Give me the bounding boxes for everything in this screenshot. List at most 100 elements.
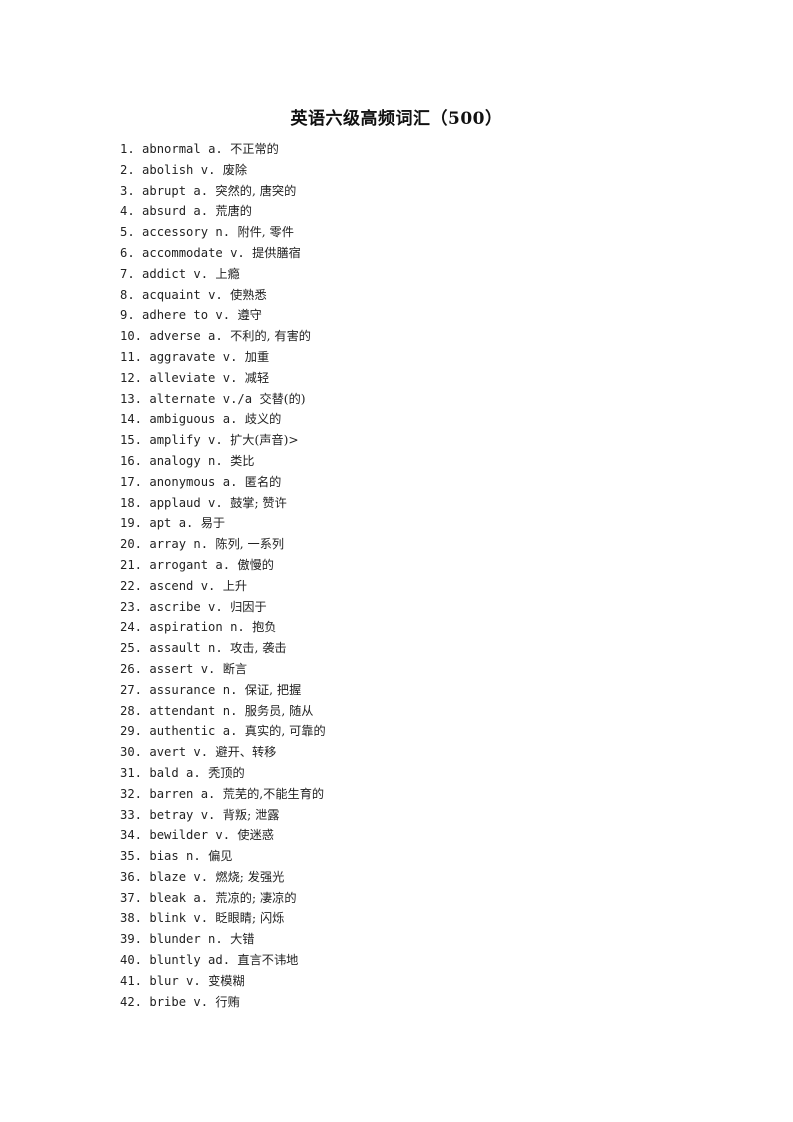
vocabulary-entry: 8. acquaint v. 使熟悉 <box>120 285 326 306</box>
entry-word: avert v. <box>149 745 209 760</box>
vocabulary-entry: 37. bleak a. 荒凉的; 凄凉的 <box>120 888 326 909</box>
entry-definition: 提供膳宿 <box>252 245 301 260</box>
entry-word: bluntly ad. <box>149 953 231 968</box>
entry-word: ambiguous a. <box>149 412 238 427</box>
vocabulary-entry: 16. analogy n. 类比 <box>120 451 326 472</box>
entry-word: bias n. <box>149 849 201 864</box>
document-title: 英语六级高频词汇（500） <box>290 109 503 129</box>
entry-definition: 归因于 <box>230 599 267 614</box>
entry-number: 40. <box>120 953 143 968</box>
vocabulary-entry: 1. abnormal a. 不正常的 <box>120 139 326 160</box>
entry-number: 11. <box>120 349 143 364</box>
vocabulary-entry: 19. apt a. 易于 <box>120 513 326 534</box>
entry-word: absurd a. <box>142 204 209 219</box>
entry-number: 31. <box>120 765 143 780</box>
entry-definition: 燃烧; 发强光 <box>215 869 285 884</box>
entry-definition: 荒凉的; 凄凉的 <box>215 890 297 905</box>
entry-number: 16. <box>120 453 143 468</box>
vocabulary-entry: 18. applaud v. 鼓掌; 赞许 <box>120 493 326 514</box>
vocabulary-entry: 21. arrogant a. 傲慢的 <box>120 555 326 576</box>
entry-definition: 真实的, 可靠的 <box>244 724 326 739</box>
entry-number: 14. <box>120 412 143 427</box>
entry-word: adhere to v. <box>142 308 231 323</box>
entry-definition: 上瘾 <box>215 266 240 281</box>
entry-word: authentic a. <box>149 724 238 739</box>
entry-word: amplify v. <box>149 433 223 448</box>
entry-word: barren a. <box>149 786 216 801</box>
entry-number: 36. <box>120 869 143 884</box>
entry-word: ascend v. <box>149 578 216 593</box>
vocabulary-entry: 12. alleviate v. 减轻 <box>120 368 326 389</box>
vocabulary-entry: 6. accommodate v. 提供膳宿 <box>120 243 326 264</box>
vocabulary-entry: 15. amplify v. 扩大(声音)> <box>120 430 326 451</box>
vocabulary-entry: 17. anonymous a. 匿名的 <box>120 472 326 493</box>
vocabulary-entry: 40. bluntly ad. 直言不讳地 <box>120 950 326 971</box>
entry-number: 20. <box>120 537 143 552</box>
entry-definition: 歧义的 <box>244 412 282 427</box>
vocabulary-entry: 9. adhere to v. 遵守 <box>120 305 326 326</box>
entry-definition: 废除 <box>222 162 248 177</box>
entry-definition: 荒芜的,不能生育的 <box>222 786 325 801</box>
entry-word: aggravate v. <box>149 349 238 364</box>
vocabulary-entry: 25. assault n. 攻击, 袭击 <box>120 638 326 659</box>
entry-word: accommodate v. <box>142 245 245 260</box>
entry-word: assault n. <box>149 641 223 656</box>
entry-word: blunder n. <box>149 932 223 947</box>
entry-number: 26. <box>120 661 143 676</box>
entry-definition: 行贿 <box>215 994 240 1009</box>
entry-number: 25. <box>120 641 143 656</box>
vocabulary-entry: 36. blaze v. 燃烧; 发强光 <box>120 867 326 888</box>
entry-definition: 秃顶的 <box>208 765 245 780</box>
document-page: 英语六级高频词汇（500） 1. abnormal a. 不正常的 2. abol… <box>0 0 793 1122</box>
entry-number: 29. <box>120 724 143 739</box>
entry-number: 33. <box>120 807 143 822</box>
entry-number: 38. <box>120 911 143 926</box>
entry-definition: 大错 <box>230 932 255 947</box>
entry-word: abolish v. <box>142 162 216 177</box>
entry-number: 27. <box>120 682 143 697</box>
entry-word: alternate v./a <box>149 391 253 406</box>
entry-number: 21. <box>120 557 143 572</box>
entry-number: 23. <box>120 599 143 614</box>
entry-word: array n. <box>149 537 209 552</box>
entry-word: alleviate v. <box>149 370 238 385</box>
entry-number: 42. <box>120 994 143 1009</box>
vocabulary-entry: 39. blunder n. 大错 <box>120 929 326 950</box>
entry-word: accessory n. <box>142 225 231 240</box>
entry-definition: 突然的, 唐突的 <box>215 183 297 198</box>
entry-word: blur v. <box>149 973 201 988</box>
entry-definition: 类比 <box>230 453 255 468</box>
entry-definition: 服务员, 随从 <box>244 703 314 718</box>
entry-word: acquaint v. <box>142 287 223 302</box>
entry-definition: 直言不讳地 <box>237 953 299 968</box>
entry-definition: 背叛; 泄露 <box>222 807 280 822</box>
vocabulary-entry: 34. bewilder v. 使迷惑 <box>120 825 326 846</box>
vocabulary-entry: 22. ascend v. 上升 <box>120 576 326 597</box>
entry-number: 1. <box>120 142 135 156</box>
entry-number: 2. <box>120 162 135 177</box>
entry-number: 32. <box>120 786 143 801</box>
entry-number: 28. <box>120 703 143 718</box>
entry-number: 19. <box>120 516 143 531</box>
entry-word: betray v. <box>149 807 216 822</box>
entry-word: assert v. <box>149 661 216 676</box>
entry-definition: 减轻 <box>244 370 270 385</box>
entry-number: 9. <box>120 308 135 323</box>
vocabulary-entry: 28. attendant n. 服务员, 随从 <box>120 701 326 722</box>
entry-definition: 不正常的 <box>230 142 279 156</box>
vocabulary-entry: 14. ambiguous a. 歧义的 <box>120 409 326 430</box>
entry-number: 39. <box>120 932 143 947</box>
entry-definition: 断言 <box>222 661 248 676</box>
entry-definition: 保证, 把握 <box>244 682 302 697</box>
entry-definition: 上升 <box>222 578 248 593</box>
entry-definition: 避开、转移 <box>215 745 277 760</box>
entry-number: 22. <box>120 578 143 593</box>
vocabulary-entry: 33. betray v. 背叛; 泄露 <box>120 805 326 826</box>
vocabulary-entry: 42. bribe v. 行贿 <box>120 992 326 1013</box>
entry-number: 35. <box>120 849 143 864</box>
entry-definition: 附件, 零件 <box>237 225 294 240</box>
entry-number: 30. <box>120 745 143 760</box>
entry-word: arrogant a. <box>149 557 231 572</box>
entry-definition: 扩大(声音)> <box>230 433 299 448</box>
entry-word: adverse a. <box>149 329 223 344</box>
